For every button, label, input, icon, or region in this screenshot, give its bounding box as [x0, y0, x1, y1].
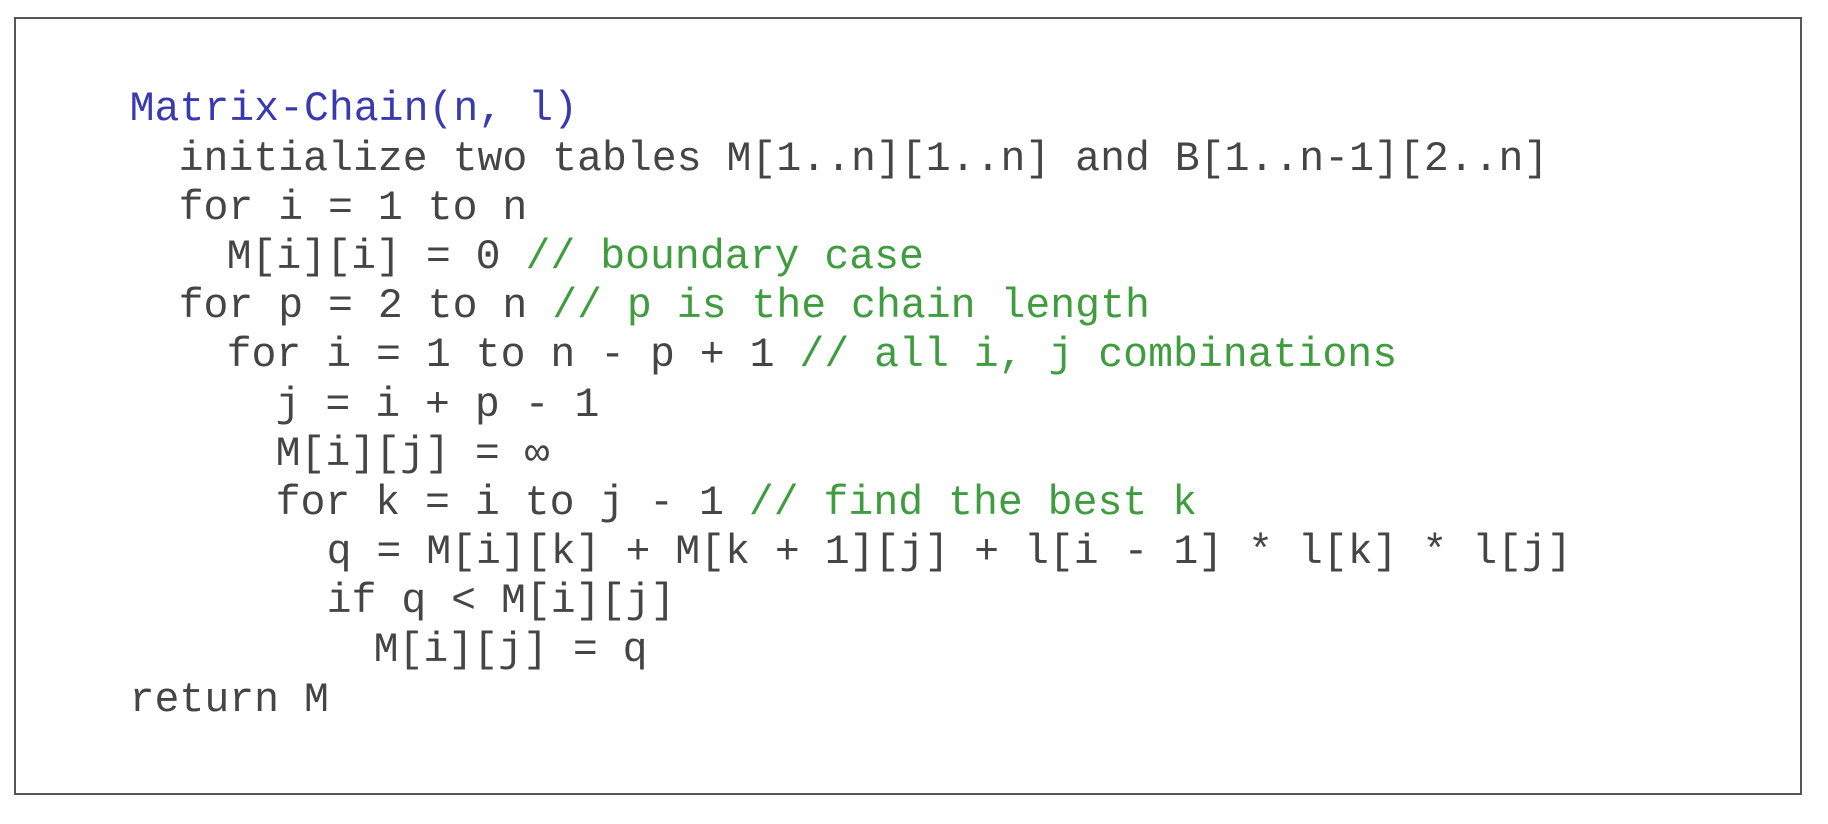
code-line-assign-q: M[i][j] = q — [274, 564, 648, 674]
code-comment: // all i, j combinations — [799, 332, 1398, 379]
code-text: return M — [129, 677, 329, 724]
code-text: M[i][j] = q — [373, 627, 648, 674]
code-line-return: return M — [30, 614, 329, 724]
pseudocode-box: Matrix-Chain(n, l) initialize two tables… — [14, 17, 1802, 795]
